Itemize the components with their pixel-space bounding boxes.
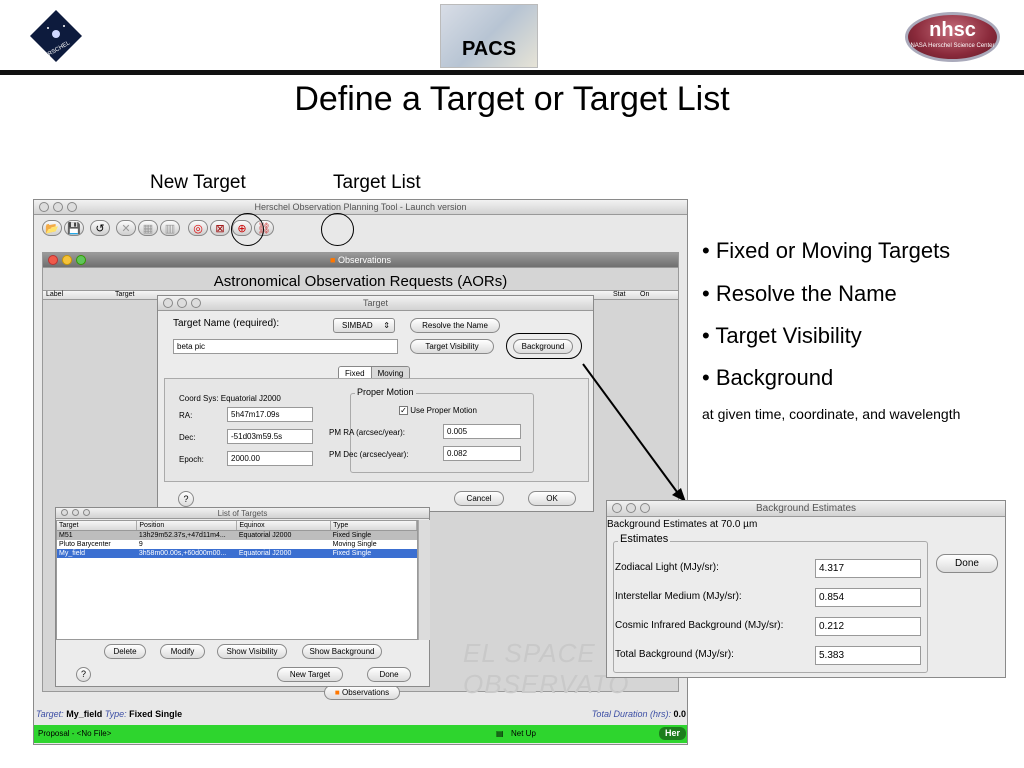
- cib-value: 0.212: [815, 617, 921, 636]
- total-background-label: Total Background (MJy/sr):: [615, 649, 734, 660]
- background-estimates-dialog: Background Estimates Background Estimate…: [606, 500, 1006, 678]
- total-background-value: 5.383: [815, 646, 921, 665]
- cib-label: Cosmic Infrared Background (MJy/sr):: [615, 620, 784, 631]
- estimates-title: Estimates: [618, 533, 671, 545]
- interstellar-medium-value: 0.854: [815, 588, 921, 607]
- background-subtitle: Background Estimates at 70.0 µm: [607, 519, 758, 530]
- interstellar-medium-label: Interstellar Medium (MJy/sr):: [615, 591, 742, 602]
- background-dialog-title: Background Estimates: [755, 503, 857, 514]
- background-done-button[interactable]: Done: [936, 554, 998, 573]
- zodiacal-light-label: Zodiacal Light (MJy/sr):: [615, 562, 719, 573]
- zodiacal-light-value: 4.317: [815, 559, 921, 578]
